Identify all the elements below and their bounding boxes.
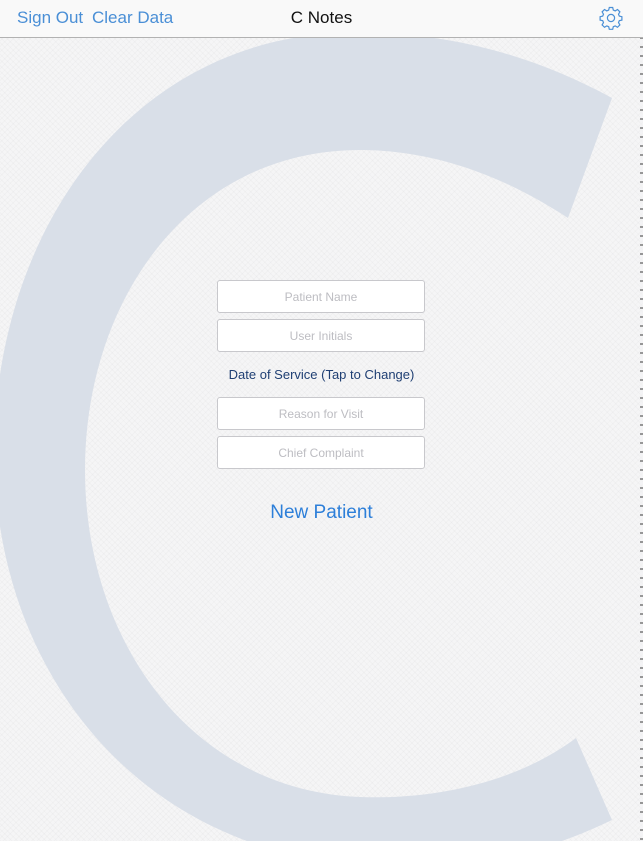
- date-of-service-button[interactable]: Date of Service (Tap to Change): [0, 367, 643, 382]
- new-patient-button[interactable]: New Patient: [0, 502, 643, 524]
- reason-for-visit-field[interactable]: [217, 397, 425, 430]
- patient-name-field[interactable]: [217, 280, 425, 313]
- patient-name-input[interactable]: [218, 281, 424, 312]
- chief-complaint-field[interactable]: [217, 436, 425, 469]
- navigation-bar: Sign Out Clear Data C Notes: [0, 0, 643, 38]
- app-title: C Notes: [290, 8, 353, 27]
- gear-icon[interactable]: [599, 6, 623, 30]
- user-initials-field[interactable]: [217, 319, 425, 352]
- chief-complaint-input[interactable]: [218, 437, 424, 468]
- reason-for-visit-input[interactable]: [218, 398, 424, 429]
- user-initials-input[interactable]: [218, 320, 424, 351]
